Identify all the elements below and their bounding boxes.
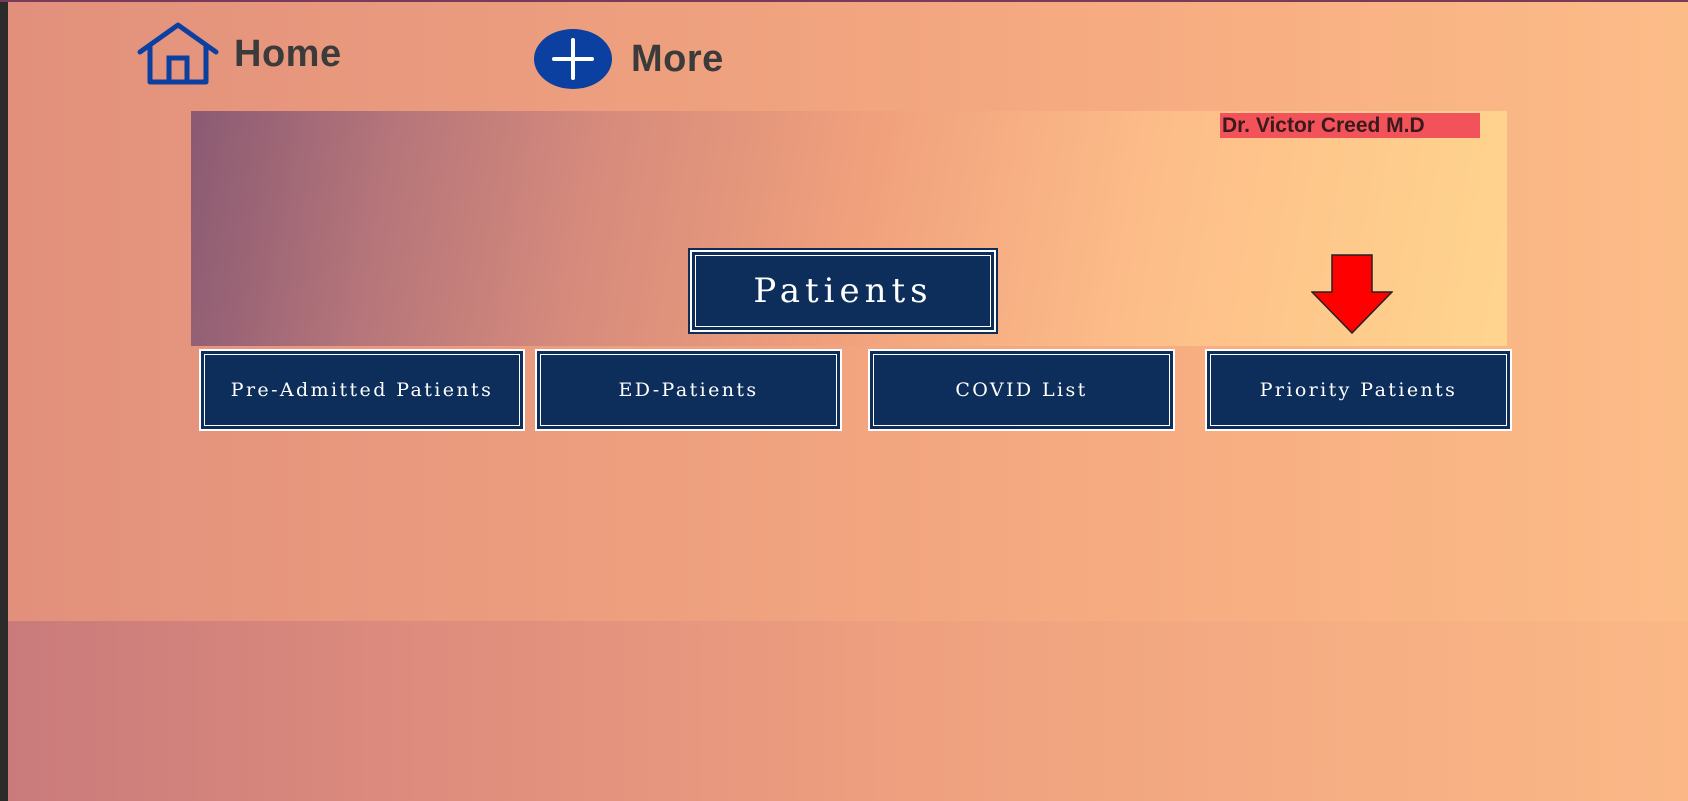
home-icon (137, 22, 219, 85)
covid-list-label: COVID List (955, 379, 1088, 401)
pre-admitted-patients-button[interactable]: Pre-Admitted Patients (199, 349, 525, 431)
more-nav-label: More (631, 37, 724, 80)
covid-list-button[interactable]: COVID List (868, 349, 1175, 431)
lower-background-band (8, 621, 1688, 801)
priority-patients-label: Priority Patients (1259, 379, 1458, 401)
down-arrow-icon (1311, 254, 1393, 334)
priority-patients-button[interactable]: Priority Patients (1205, 349, 1512, 431)
home-nav-label: Home (234, 32, 342, 75)
ed-patients-label: ED-Patients (618, 379, 759, 401)
plus-circle-icon (534, 29, 612, 89)
ed-patients-button[interactable]: ED-Patients (535, 349, 842, 431)
patients-title-box: Patients (689, 249, 997, 333)
page-title: Patients (753, 271, 933, 311)
home-nav-button[interactable]: Home (136, 22, 342, 86)
app-canvas: Home More Dr. Victor Creed M.D Patients … (8, 2, 1688, 801)
doctor-name-tag: Dr. Victor Creed M.D (1220, 113, 1480, 138)
more-nav-button[interactable]: More (533, 28, 724, 90)
pre-admitted-patients-label: Pre-Admitted Patients (230, 379, 494, 401)
